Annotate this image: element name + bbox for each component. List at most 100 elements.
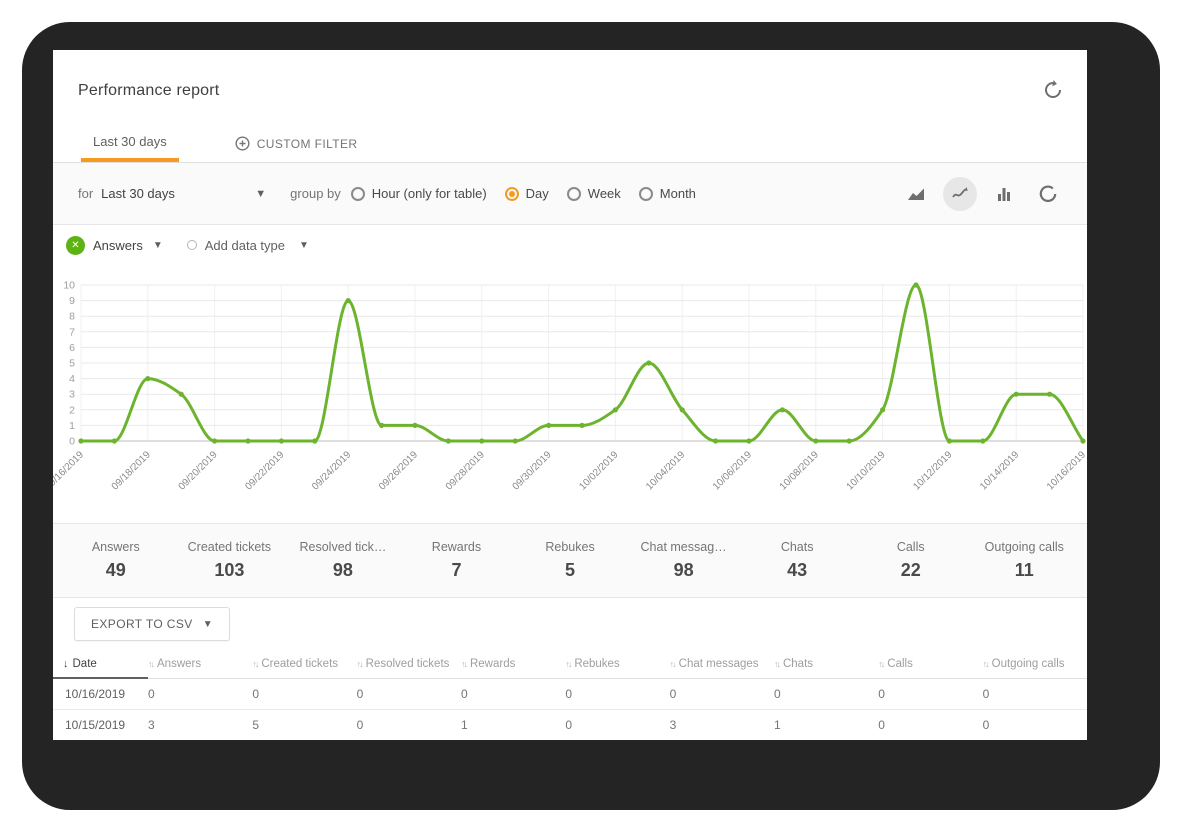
sort-icon: ↑↓ <box>983 659 988 669</box>
data-point[interactable] <box>680 407 685 412</box>
data-point[interactable] <box>446 438 451 443</box>
value-cell: 1 <box>461 709 565 740</box>
data-point[interactable] <box>646 360 651 365</box>
column-label: Created tickets <box>261 658 338 670</box>
series-tag-label[interactable]: Answers <box>93 238 143 253</box>
data-point[interactable] <box>579 423 584 428</box>
tab-last-30-days[interactable]: Last 30 days <box>81 134 179 162</box>
column-header-answers[interactable]: ↑↓Answers <box>148 650 252 678</box>
summary-card: Chats43 <box>740 540 854 581</box>
data-point[interactable] <box>613 407 618 412</box>
radio-label: Day <box>526 186 549 201</box>
value-cell: 0 <box>357 709 461 740</box>
y-tick-label: 7 <box>69 326 75 338</box>
data-point[interactable] <box>813 438 818 443</box>
table-header-row: ↓Date↑↓Answers↑↓Created tickets↑↓Resolve… <box>53 650 1087 678</box>
chevron-down-icon[interactable]: ▼ <box>153 240 163 251</box>
summary-label: Outgoing calls <box>968 540 1082 554</box>
data-point[interactable] <box>279 438 284 443</box>
line-chart-icon[interactable] <box>943 177 977 211</box>
data-point[interactable] <box>847 438 852 443</box>
range-select[interactable]: Last 30 days ▼ <box>101 186 266 201</box>
data-point[interactable] <box>145 376 150 381</box>
export-row: EXPORT TO CSV ▼ <box>53 598 1087 650</box>
data-point[interactable] <box>379 423 384 428</box>
data-point[interactable] <box>546 423 551 428</box>
data-point[interactable] <box>479 438 484 443</box>
remove-series-icon[interactable]: ✕ <box>66 236 85 255</box>
sort-icon: ↑↓ <box>252 659 257 669</box>
summary-card: Created tickets103 <box>173 540 287 581</box>
data-point[interactable] <box>1047 392 1052 397</box>
bar-chart-icon[interactable] <box>987 177 1021 211</box>
data-point[interactable] <box>880 407 885 412</box>
value-cell: 0 <box>148 678 252 709</box>
radio-circle-icon <box>505 187 519 201</box>
filter-toolbar: for Last 30 days ▼ group by Hour (only f… <box>53 163 1087 225</box>
pie-chart-icon[interactable] <box>1031 177 1065 211</box>
sort-icon: ↑↓ <box>357 659 362 669</box>
column-label: Rewards <box>470 658 515 670</box>
date-cell: 10/15/2019 <box>53 709 148 740</box>
value-cell: 0 <box>357 678 461 709</box>
column-label: Calls <box>887 658 913 670</box>
column-header-outgoing-calls[interactable]: ↑↓Outgoing calls <box>983 650 1087 678</box>
radio-circle-icon <box>567 187 581 201</box>
column-header-chat-messages[interactable]: ↑↓Chat messages <box>670 650 774 678</box>
data-point[interactable] <box>746 438 751 443</box>
summary-label: Resolved tick… <box>286 540 400 554</box>
value-cell: 0 <box>565 678 669 709</box>
column-header-date[interactable]: ↓Date <box>53 650 148 678</box>
radio-option-day[interactable]: Day <box>505 186 549 201</box>
data-point[interactable] <box>913 282 918 287</box>
data-point[interactable] <box>78 438 83 443</box>
data-point[interactable] <box>112 438 117 443</box>
data-point[interactable] <box>947 438 952 443</box>
chevron-down-icon[interactable]: ▼ <box>299 240 309 251</box>
summary-value: 11 <box>968 560 1082 581</box>
x-tick-label: 10/14/2019 <box>978 449 1021 492</box>
table-row[interactable]: 10/15/2019350103100 <box>53 709 1087 740</box>
data-point[interactable] <box>245 438 250 443</box>
data-point[interactable] <box>713 438 718 443</box>
sort-icon: ↑↓ <box>670 659 675 669</box>
data-point[interactable] <box>346 298 351 303</box>
x-tick-label: 09/18/2019 <box>110 449 153 492</box>
column-header-resolved-tickets[interactable]: ↑↓Resolved tickets <box>357 650 461 678</box>
column-header-rewards[interactable]: ↑↓Rewards <box>461 650 565 678</box>
line-chart[interactable]: 01234567891009/16/201909/18/201909/20/20… <box>53 265 1087 523</box>
x-tick-label: 09/16/2019 <box>53 449 86 492</box>
data-point[interactable] <box>980 438 985 443</box>
data-type-bar: ✕ Answers ▼ Add data type ▼ <box>53 225 1087 265</box>
radio-option-week[interactable]: Week <box>567 186 621 201</box>
data-point[interactable] <box>1014 392 1019 397</box>
export-to-csv-button[interactable]: EXPORT TO CSV ▼ <box>74 607 230 641</box>
data-point[interactable] <box>179 392 184 397</box>
value-cell: 3 <box>148 709 252 740</box>
y-tick-label: 2 <box>69 404 75 416</box>
summary-value: 98 <box>627 560 741 581</box>
summary-value: 43 <box>740 560 854 581</box>
add-data-type-label[interactable]: Add data type <box>205 238 285 253</box>
refresh-icon[interactable] <box>1041 78 1065 102</box>
table-row[interactable]: 10/16/2019000000000 <box>53 678 1087 709</box>
column-header-chats[interactable]: ↑↓Chats <box>774 650 878 678</box>
data-point[interactable] <box>312 438 317 443</box>
column-header-created-tickets[interactable]: ↑↓ Created tickets <box>252 650 356 678</box>
value-cell: 0 <box>878 678 982 709</box>
column-label: Chats <box>783 658 813 670</box>
tab-custom-filter[interactable]: CUSTOM FILTER <box>223 136 370 162</box>
radio-option-hour[interactable]: Hour (only for table) <box>351 186 487 201</box>
column-header-calls[interactable]: ↑↓Calls <box>878 650 982 678</box>
x-tick-label: 10/02/2019 <box>577 449 620 492</box>
value-cell: 0 <box>670 678 774 709</box>
area-chart-icon[interactable] <box>899 177 933 211</box>
data-point[interactable] <box>513 438 518 443</box>
data-point[interactable] <box>412 423 417 428</box>
data-point[interactable] <box>1080 438 1085 443</box>
data-point[interactable] <box>212 438 217 443</box>
column-header-rebukes[interactable]: ↑↓Rebukes <box>565 650 669 678</box>
value-cell: 3 <box>670 709 774 740</box>
data-point[interactable] <box>780 407 785 412</box>
radio-option-month[interactable]: Month <box>639 186 696 201</box>
